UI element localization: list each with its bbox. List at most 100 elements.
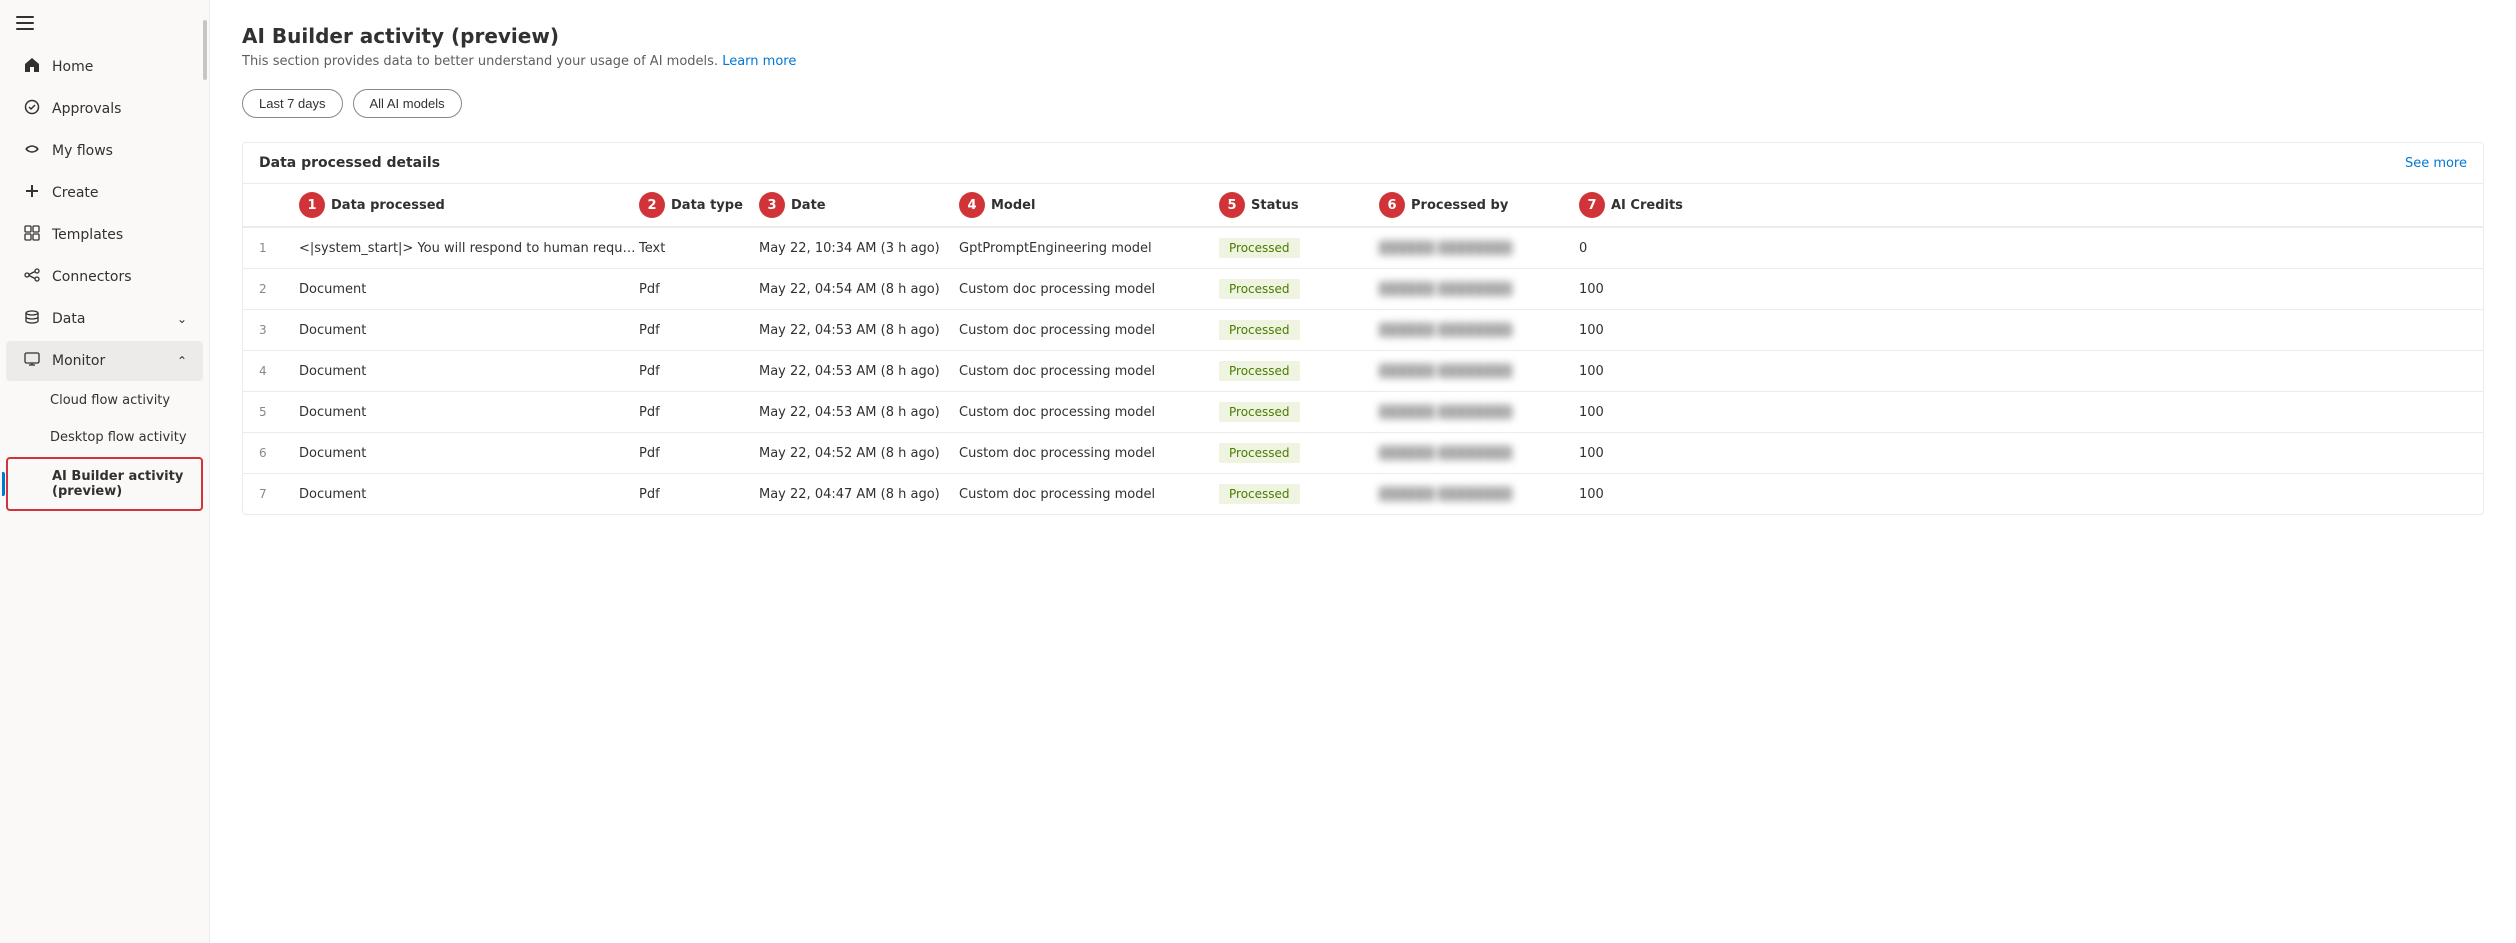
- cell-data-type: Pdf: [639, 364, 759, 379]
- cell-data-processed: Document: [299, 487, 639, 502]
- sidebar-item-ai-builder[interactable]: AI Builder activity (preview): [6, 457, 203, 511]
- data-chevron-down-icon: ⌄: [177, 312, 187, 326]
- sidebar-item-connectors[interactable]: Connectors: [6, 257, 203, 297]
- cell-ai-credits: 0: [1579, 241, 1699, 256]
- table-row: 6 Document Pdf May 22, 04:52 AM (8 h ago…: [243, 433, 2483, 474]
- filter-last7days[interactable]: Last 7 days: [242, 89, 343, 118]
- cell-ai-credits: 100: [1579, 282, 1699, 297]
- cell-status: Processed: [1219, 238, 1379, 258]
- sidebar-item-approvals[interactable]: Approvals: [6, 89, 203, 129]
- create-icon: [22, 183, 42, 203]
- cell-data-processed: <|system_start|> You will respond to hum…: [299, 241, 639, 256]
- col-header-data-type: 2 Data type: [639, 192, 759, 218]
- cell-status: Processed: [1219, 279, 1379, 299]
- sidebar-nav: Home Approvals My flows Create: [0, 42, 209, 516]
- sidebar-item-templates[interactable]: Templates: [6, 215, 203, 255]
- sidebar-item-data[interactable]: Data ⌄: [6, 299, 203, 339]
- cell-ai-credits: 100: [1579, 364, 1699, 379]
- sidebar-item-data-label: Data: [52, 311, 85, 327]
- table-row: 2 Document Pdf May 22, 04:54 AM (8 h ago…: [243, 269, 2483, 310]
- status-badge: Processed: [1219, 443, 1300, 463]
- col-badge-5: 5: [1219, 192, 1245, 218]
- col-badge-2: 2: [639, 192, 665, 218]
- col-header-ai-credits: 7 AI Credits: [1579, 192, 1699, 218]
- cell-model: Custom doc processing model: [959, 446, 1219, 461]
- page-subtitle: This section provides data to better und…: [242, 54, 2484, 69]
- learn-more-link[interactable]: Learn more: [722, 54, 796, 69]
- cell-date: May 22, 04:47 AM (8 h ago): [759, 487, 959, 502]
- cell-model: GptPromptEngineering model: [959, 241, 1219, 256]
- col-header-data-processed: 1 Data processed: [299, 192, 639, 218]
- cell-status: Processed: [1219, 484, 1379, 504]
- cell-processed-by: ██████ ████████: [1379, 282, 1579, 296]
- see-more-link[interactable]: See more: [2405, 156, 2467, 171]
- templates-icon: [22, 225, 42, 245]
- active-indicator-bar: [2, 472, 5, 496]
- row-number: 2: [259, 282, 299, 296]
- monitor-chevron-up-icon: ⌃: [177, 354, 187, 368]
- monitor-icon: [22, 351, 42, 371]
- data-table: Data processed details See more 1 Data p…: [242, 142, 2484, 515]
- status-badge: Processed: [1219, 238, 1300, 258]
- sidebar-item-monitor[interactable]: Monitor ⌃: [6, 341, 203, 381]
- row-number: 6: [259, 446, 299, 460]
- row-number: 3: [259, 323, 299, 337]
- data-icon: [22, 309, 42, 329]
- col-badge-1: 1: [299, 192, 325, 218]
- sidebar-item-desktop-flow[interactable]: Desktop flow activity: [6, 420, 203, 455]
- cell-data-type: Pdf: [639, 405, 759, 420]
- col-label-data-type: Data type: [671, 198, 743, 213]
- col-label-ai-credits: AI Credits: [1611, 198, 1683, 213]
- cell-data-type: Pdf: [639, 446, 759, 461]
- sidebar-item-connectors-label: Connectors: [52, 269, 132, 285]
- cell-ai-credits: 100: [1579, 323, 1699, 338]
- sidebar-item-home[interactable]: Home: [6, 47, 203, 87]
- cell-status: Processed: [1219, 402, 1379, 422]
- hamburger-menu[interactable]: [0, 0, 209, 42]
- cell-model: Custom doc processing model: [959, 323, 1219, 338]
- sidebar-item-templates-label: Templates: [52, 227, 123, 243]
- cell-data-processed: Document: [299, 323, 639, 338]
- main-content: AI Builder activity (preview) This secti…: [210, 0, 2516, 943]
- col-header-model: 4 Model: [959, 192, 1219, 218]
- table-section-title: Data processed details: [259, 155, 2405, 171]
- sidebar-item-create-label: Create: [52, 185, 99, 201]
- approvals-icon: [22, 99, 42, 119]
- cell-data-processed: Document: [299, 405, 639, 420]
- cell-status: Processed: [1219, 320, 1379, 340]
- cell-data-type: Pdf: [639, 487, 759, 502]
- cell-model: Custom doc processing model: [959, 487, 1219, 502]
- row-number: 7: [259, 487, 299, 501]
- sidebar-item-monitor-label: Monitor: [52, 353, 105, 369]
- col-label-status: Status: [1251, 198, 1299, 213]
- cell-data-processed: Document: [299, 282, 639, 297]
- status-badge: Processed: [1219, 320, 1300, 340]
- col-badge-4: 4: [959, 192, 985, 218]
- col-badge-6: 6: [1379, 192, 1405, 218]
- sidebar-item-ai-builder-label: AI Builder activity (preview): [52, 469, 185, 499]
- sidebar-item-approvals-label: Approvals: [52, 101, 121, 117]
- sidebar-item-cloud-flow[interactable]: Cloud flow activity: [6, 383, 203, 418]
- col-label-model: Model: [991, 198, 1035, 213]
- row-number: 5: [259, 405, 299, 419]
- filter-all-ai-models[interactable]: All AI models: [353, 89, 462, 118]
- row-number: 4: [259, 364, 299, 378]
- sidebar-item-myflows[interactable]: My flows: [6, 131, 203, 171]
- cell-status: Processed: [1219, 443, 1379, 463]
- sidebar-item-myflows-label: My flows: [52, 143, 113, 159]
- scroll-indicator: [203, 20, 207, 80]
- cell-date: May 22, 04:53 AM (8 h ago): [759, 323, 959, 338]
- cell-model: Custom doc processing model: [959, 364, 1219, 379]
- subtitle-text: This section provides data to better und…: [242, 54, 718, 69]
- cell-data-type: Pdf: [639, 323, 759, 338]
- col-badge-3: 3: [759, 192, 785, 218]
- table-row: 1 <|system_start|> You will respond to h…: [243, 228, 2483, 269]
- cell-date: May 22, 04:53 AM (8 h ago): [759, 364, 959, 379]
- sidebar-item-create[interactable]: Create: [6, 173, 203, 213]
- col-label-processed-by: Processed by: [1411, 198, 1508, 213]
- cell-ai-credits: 100: [1579, 446, 1699, 461]
- cell-processed-by: ██████ ████████: [1379, 323, 1579, 337]
- sidebar-item-desktop-flow-label: Desktop flow activity: [50, 430, 187, 445]
- cell-date: May 22, 04:53 AM (8 h ago): [759, 405, 959, 420]
- cell-model: Custom doc processing model: [959, 405, 1219, 420]
